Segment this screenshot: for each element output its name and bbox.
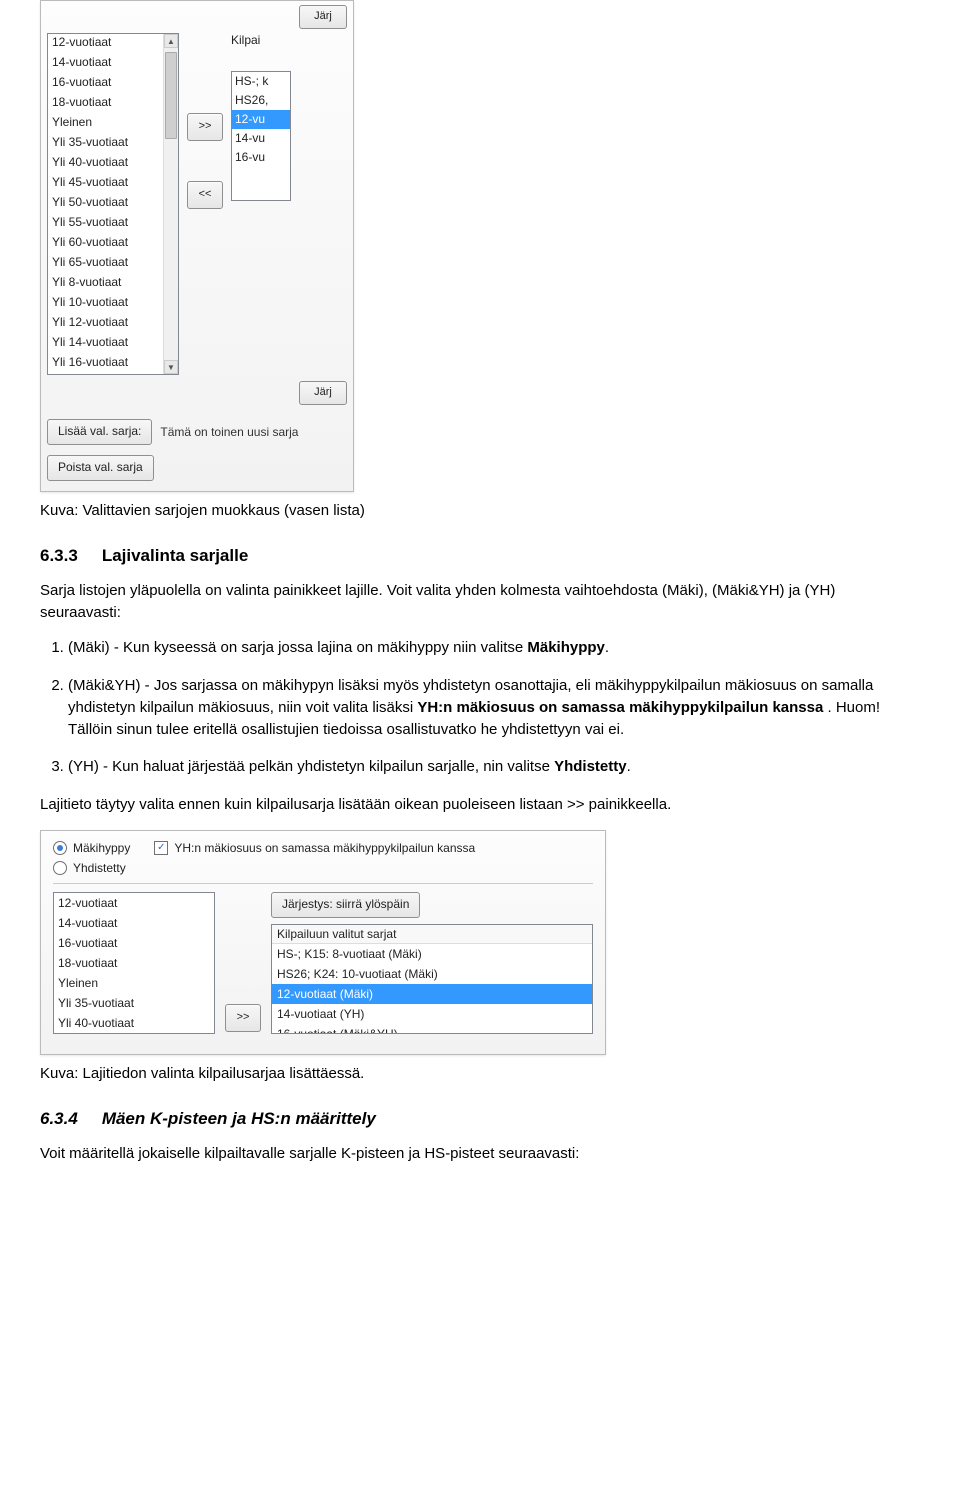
list-item[interactable]: 16-vuotiaat xyxy=(48,72,164,92)
scroll-down-icon[interactable]: ▼ xyxy=(164,360,178,374)
checkbox-yh-samassa[interactable] xyxy=(154,841,168,855)
radio-yhdistetty[interactable] xyxy=(53,861,67,875)
list-item[interactable]: 12-vuotiaat xyxy=(54,893,214,913)
add-series-text: Tämä on toinen uusi sarja xyxy=(160,425,298,439)
list-item[interactable]: 18-vuotiaat xyxy=(48,92,164,112)
list-item[interactable]: Yleinen xyxy=(48,112,164,132)
list-item[interactable]: Yli 16-vuotiaat xyxy=(48,352,164,372)
list-item[interactable]: Yleinen xyxy=(54,973,214,993)
selected-series-listbox-2[interactable]: Kilpailuun valitut sarjat HS-; K15: 8-vu… xyxy=(271,924,593,1034)
list-item[interactable]: Yli 55-vuotiaat xyxy=(48,212,164,232)
radio-makihyppy[interactable] xyxy=(53,841,67,855)
list-item[interactable]: Yli 35-vuotiaat xyxy=(54,993,214,1013)
section-633-number: 6.3.3 xyxy=(40,546,78,566)
list-item[interactable]: 16-vuotiaat (Mäki&YH) xyxy=(272,1024,592,1034)
list-item[interactable]: 12-vuotiaat (Mäki) xyxy=(272,984,592,1004)
para-note: Lajitieto täytyy valita ennen kuin kilpa… xyxy=(40,794,920,816)
list-item[interactable]: HS26, xyxy=(232,91,290,110)
list-item: (Mäki&YH) - Jos sarjassa on mäkihypyn li… xyxy=(68,675,920,740)
section-634-title: Mäen K-pisteen ja HS:n määrittely xyxy=(102,1109,376,1128)
list-item[interactable]: HS26; K24: 10-vuotiaat (Mäki) xyxy=(272,964,592,984)
list-item[interactable]: Yli 10-vuotiaat xyxy=(48,292,164,312)
screenshot-lajivalinta: Mäkihyppy YH:n mäkiosuus on samassa mäki… xyxy=(40,830,606,1055)
list-item[interactable]: 12-vu xyxy=(232,110,290,129)
selected-series-listbox[interactable]: HS-; kHS26,12-vu14-vu16-vu xyxy=(231,71,291,201)
list-item[interactable]: 14-vuotiaat xyxy=(54,913,214,933)
list-item[interactable]: Yli 12-vuotiaat xyxy=(48,312,164,332)
list-item[interactable]: Yli 18-vuotiaat xyxy=(48,372,164,375)
figure-caption-1: Kuva: Valittavien sarjojen muokkaus (vas… xyxy=(40,500,920,522)
list-item[interactable]: Yli 65-vuotiaat xyxy=(48,252,164,272)
list-item[interactable]: 14-vuotiaat xyxy=(48,52,164,72)
divider xyxy=(53,883,593,884)
section-633-heading: 6.3.3 Lajivalinta sarjalle xyxy=(40,546,920,566)
list-item[interactable]: Yli 40-vuotiaat xyxy=(54,1013,214,1033)
order-up-button[interactable]: Järjestys: siirrä ylöspäin xyxy=(271,892,420,918)
list-item[interactable]: 14-vuotiaat (YH) xyxy=(272,1004,592,1024)
list-item[interactable]: 16-vuotiaat xyxy=(54,933,214,953)
list-item[interactable]: Yli 35-vuotiaat xyxy=(48,132,164,152)
list-item[interactable]: HS-; K15: 8-vuotiaat (Mäki) xyxy=(272,944,592,964)
move-left-button[interactable]: << xyxy=(187,181,223,209)
scroll-thumb[interactable] xyxy=(165,52,177,139)
section-633-title: Lajivalinta sarjalle xyxy=(102,546,248,565)
list-item: (YH) - Kun haluat järjestää pelkän yhdis… xyxy=(68,756,920,778)
add-series-button[interactable]: Lisää val. sarja: xyxy=(47,419,152,445)
figure-caption-2: Kuva: Lajitiedon valinta kilpailusarjaa … xyxy=(40,1063,920,1085)
scroll-up-icon[interactable]: ▲ xyxy=(164,34,178,48)
section-634-heading: 6.3.4 Mäen K-pisteen ja HS:n määrittely xyxy=(40,1109,920,1129)
list-item[interactable]: Yli 14-vuotiaat xyxy=(48,332,164,352)
para-634: Voit määritellä jokaiselle kilpailtavall… xyxy=(40,1143,920,1165)
list-item[interactable]: HS-; k xyxy=(232,72,290,91)
move-right-button-2[interactable]: >> xyxy=(225,1004,261,1032)
checkbox-yh-samassa-label: YH:n mäkiosuus on samassa mäkihyppykilpa… xyxy=(174,841,475,855)
list-item[interactable]: Yli 8-vuotiaat xyxy=(48,272,164,292)
move-right-button[interactable]: >> xyxy=(187,113,223,141)
order-button-top[interactable]: Järj xyxy=(299,5,347,29)
radio-yhdistetty-label: Yhdistetty xyxy=(73,861,126,875)
section-634-number: 6.3.4 xyxy=(40,1109,78,1129)
list-item[interactable]: Yli 45-vuotiaat xyxy=(48,172,164,192)
list-item[interactable]: Yli 60-vuotiaat xyxy=(48,232,164,252)
numbered-list: (Mäki) - Kun kyseessä on sarja jossa laj… xyxy=(68,637,920,778)
selected-series-header: Kilpailuun valitut sarjat xyxy=(272,925,592,944)
list-item[interactable]: Yli 50-vuotiaat xyxy=(48,192,164,212)
list-item: (Mäki) - Kun kyseessä on sarja jossa laj… xyxy=(68,637,920,659)
right-list-header: Kilpai xyxy=(231,33,260,47)
available-series-listbox-2[interactable]: 12-vuotiaat14-vuotiaat16-vuotiaat18-vuot… xyxy=(53,892,215,1034)
screenshot-edit-series: Järj 12-vuotiaat14-vuotiaat16-vuotiaat18… xyxy=(40,0,354,492)
radio-makihyppy-label: Mäkihyppy xyxy=(73,841,130,855)
list-item[interactable]: 16-vu xyxy=(232,148,290,167)
list-item[interactable]: Yli 40-vuotiaat xyxy=(48,152,164,172)
scrollbar[interactable]: ▲ ▼ xyxy=(163,34,178,374)
list-item[interactable]: 12-vuotiaat xyxy=(48,33,164,52)
list-item[interactable]: 18-vuotiaat xyxy=(54,953,214,973)
list-item[interactable]: 14-vu xyxy=(232,129,290,148)
para-intro: Sarja listojen yläpuolella on valinta pa… xyxy=(40,580,920,624)
order-button-bottom[interactable]: Järj xyxy=(299,381,347,405)
available-series-listbox[interactable]: 12-vuotiaat14-vuotiaat16-vuotiaat18-vuot… xyxy=(47,33,179,375)
remove-series-button[interactable]: Poista val. sarja xyxy=(47,455,154,481)
